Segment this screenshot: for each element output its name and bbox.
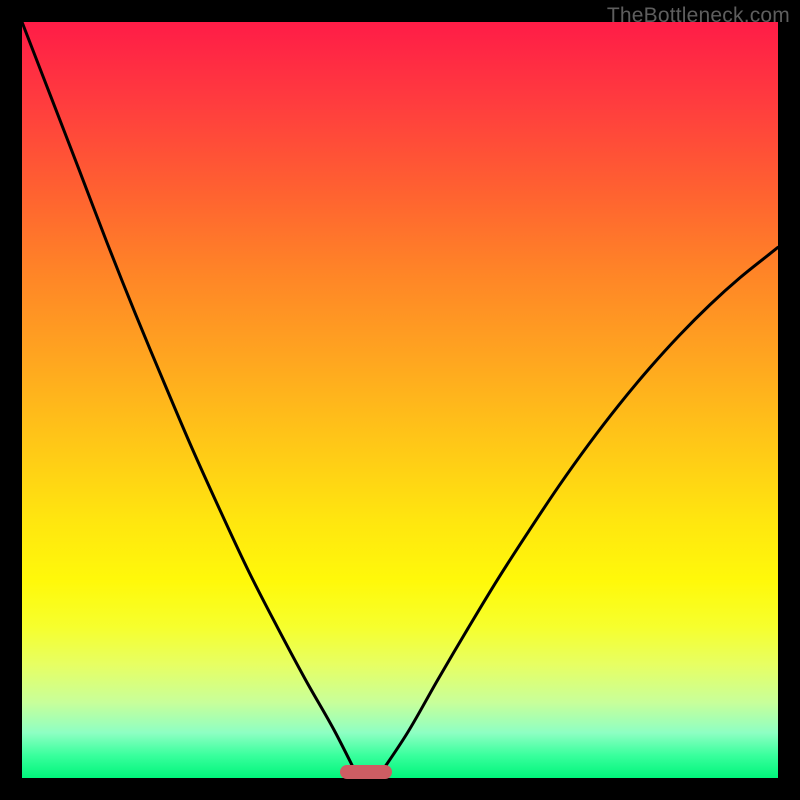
curve-left-branch	[22, 22, 358, 778]
plot-area	[22, 22, 778, 778]
curve-right-branch	[377, 247, 778, 778]
optimal-range-marker	[340, 765, 393, 779]
curve-svg	[22, 22, 778, 778]
chart-frame: TheBottleneck.com	[0, 0, 800, 800]
